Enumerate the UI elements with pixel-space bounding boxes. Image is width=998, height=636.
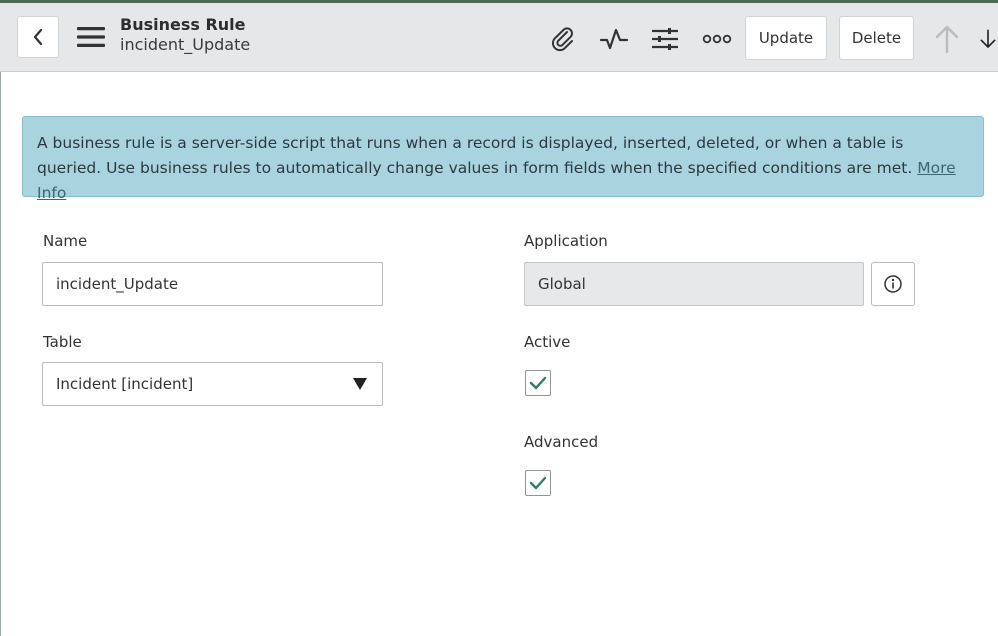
active-label: Active — [524, 333, 571, 351]
form-header: Business Rule incident_Update Update Del… — [0, 3, 998, 72]
checkmark-icon — [529, 376, 547, 390]
delete-button[interactable]: Delete — [839, 16, 914, 60]
personalize-form-button[interactable] — [650, 24, 680, 54]
application-field-value: Global — [538, 275, 586, 293]
activity-stream-button[interactable] — [599, 24, 629, 54]
paperclip-icon — [552, 27, 573, 52]
chevron-left-icon — [33, 28, 43, 46]
info-message-box: A business rule is a server-side script … — [22, 116, 984, 202]
next-record-button[interactable] — [978, 24, 998, 54]
active-checkbox[interactable] — [525, 370, 551, 396]
frame-left-border — [0, 72, 1, 636]
advanced-label: Advanced — [524, 433, 599, 451]
header-titles: Business Rule incident_Update — [120, 15, 250, 55]
arrow-down-icon — [980, 29, 996, 48]
update-button[interactable]: Update — [745, 16, 827, 60]
name-label: Name — [43, 232, 88, 250]
info-message-text: A business rule is a server-side script … — [37, 134, 913, 177]
sliders-icon — [652, 28, 678, 50]
name-field-value: incident_Update — [56, 275, 179, 293]
application-field: Global — [524, 262, 864, 306]
more-options-button[interactable] — [702, 24, 732, 54]
record-type-title: Business Rule — [120, 15, 246, 34]
application-label: Application — [524, 232, 608, 250]
hamburger-menu-icon[interactable] — [76, 26, 106, 48]
pulse-icon — [599, 28, 629, 50]
dropdown-caret-icon — [353, 378, 367, 390]
attachment-button[interactable] — [548, 24, 578, 54]
checkmark-icon — [529, 476, 547, 490]
back-button[interactable] — [17, 16, 59, 58]
previous-record-button[interactable] — [932, 24, 962, 54]
advanced-checkbox[interactable] — [525, 470, 551, 496]
name-field[interactable]: incident_Update — [42, 262, 383, 306]
table-label: Table — [43, 333, 82, 351]
info-circle-icon — [884, 275, 902, 293]
table-select-value: Incident [incident] — [56, 375, 194, 393]
application-info-button[interactable] — [871, 262, 915, 306]
table-select[interactable]: Incident [incident] — [42, 362, 383, 406]
record-name-subtitle: incident_Update — [120, 35, 251, 54]
arrow-up-icon — [935, 25, 959, 54]
more-horizontal-icon — [702, 34, 732, 44]
